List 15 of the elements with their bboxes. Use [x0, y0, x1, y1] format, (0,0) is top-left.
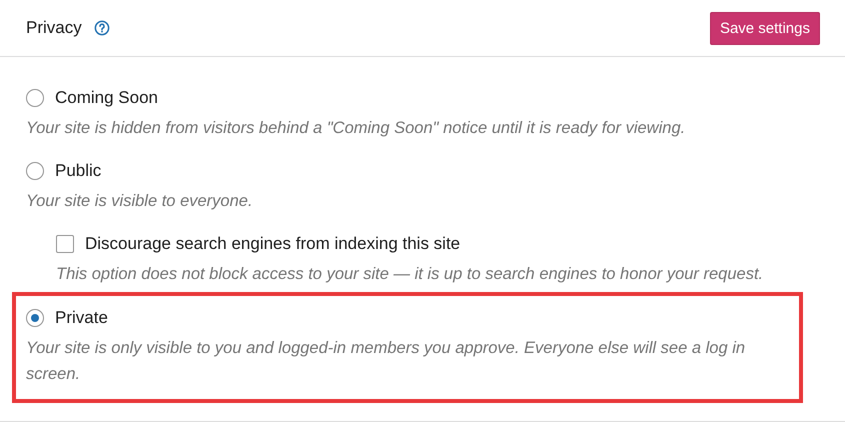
option-description: Your site is only visible to you and logged-in members you approve. Everyone else will see a log in screen.: [26, 338, 746, 385]
checkbox-label[interactable]: Discourage search engines from indexing this site: [85, 234, 460, 254]
radio-button[interactable]: [26, 162, 44, 180]
section-title: Privacy: [26, 18, 82, 38]
save-button[interactable]: Save settings: [710, 12, 820, 44]
option-description: Your site is visible to everyone.: [26, 191, 254, 212]
option-label[interactable]: Private: [55, 308, 108, 328]
help-icon[interactable]: [94, 20, 110, 36]
option-label[interactable]: Coming Soon: [55, 88, 158, 108]
option-label[interactable]: Public: [55, 161, 102, 181]
radio-button[interactable]: [26, 89, 44, 107]
option-description: Your site is hidden from visitors behind a "Coming Soon" notice until it is ready for viewing.: [26, 118, 686, 139]
option-description: This option does not block access to your site — it is up to search engines to honor your request.: [56, 264, 764, 285]
radio-button[interactable]: [26, 309, 44, 327]
checkbox[interactable]: [56, 235, 74, 253]
